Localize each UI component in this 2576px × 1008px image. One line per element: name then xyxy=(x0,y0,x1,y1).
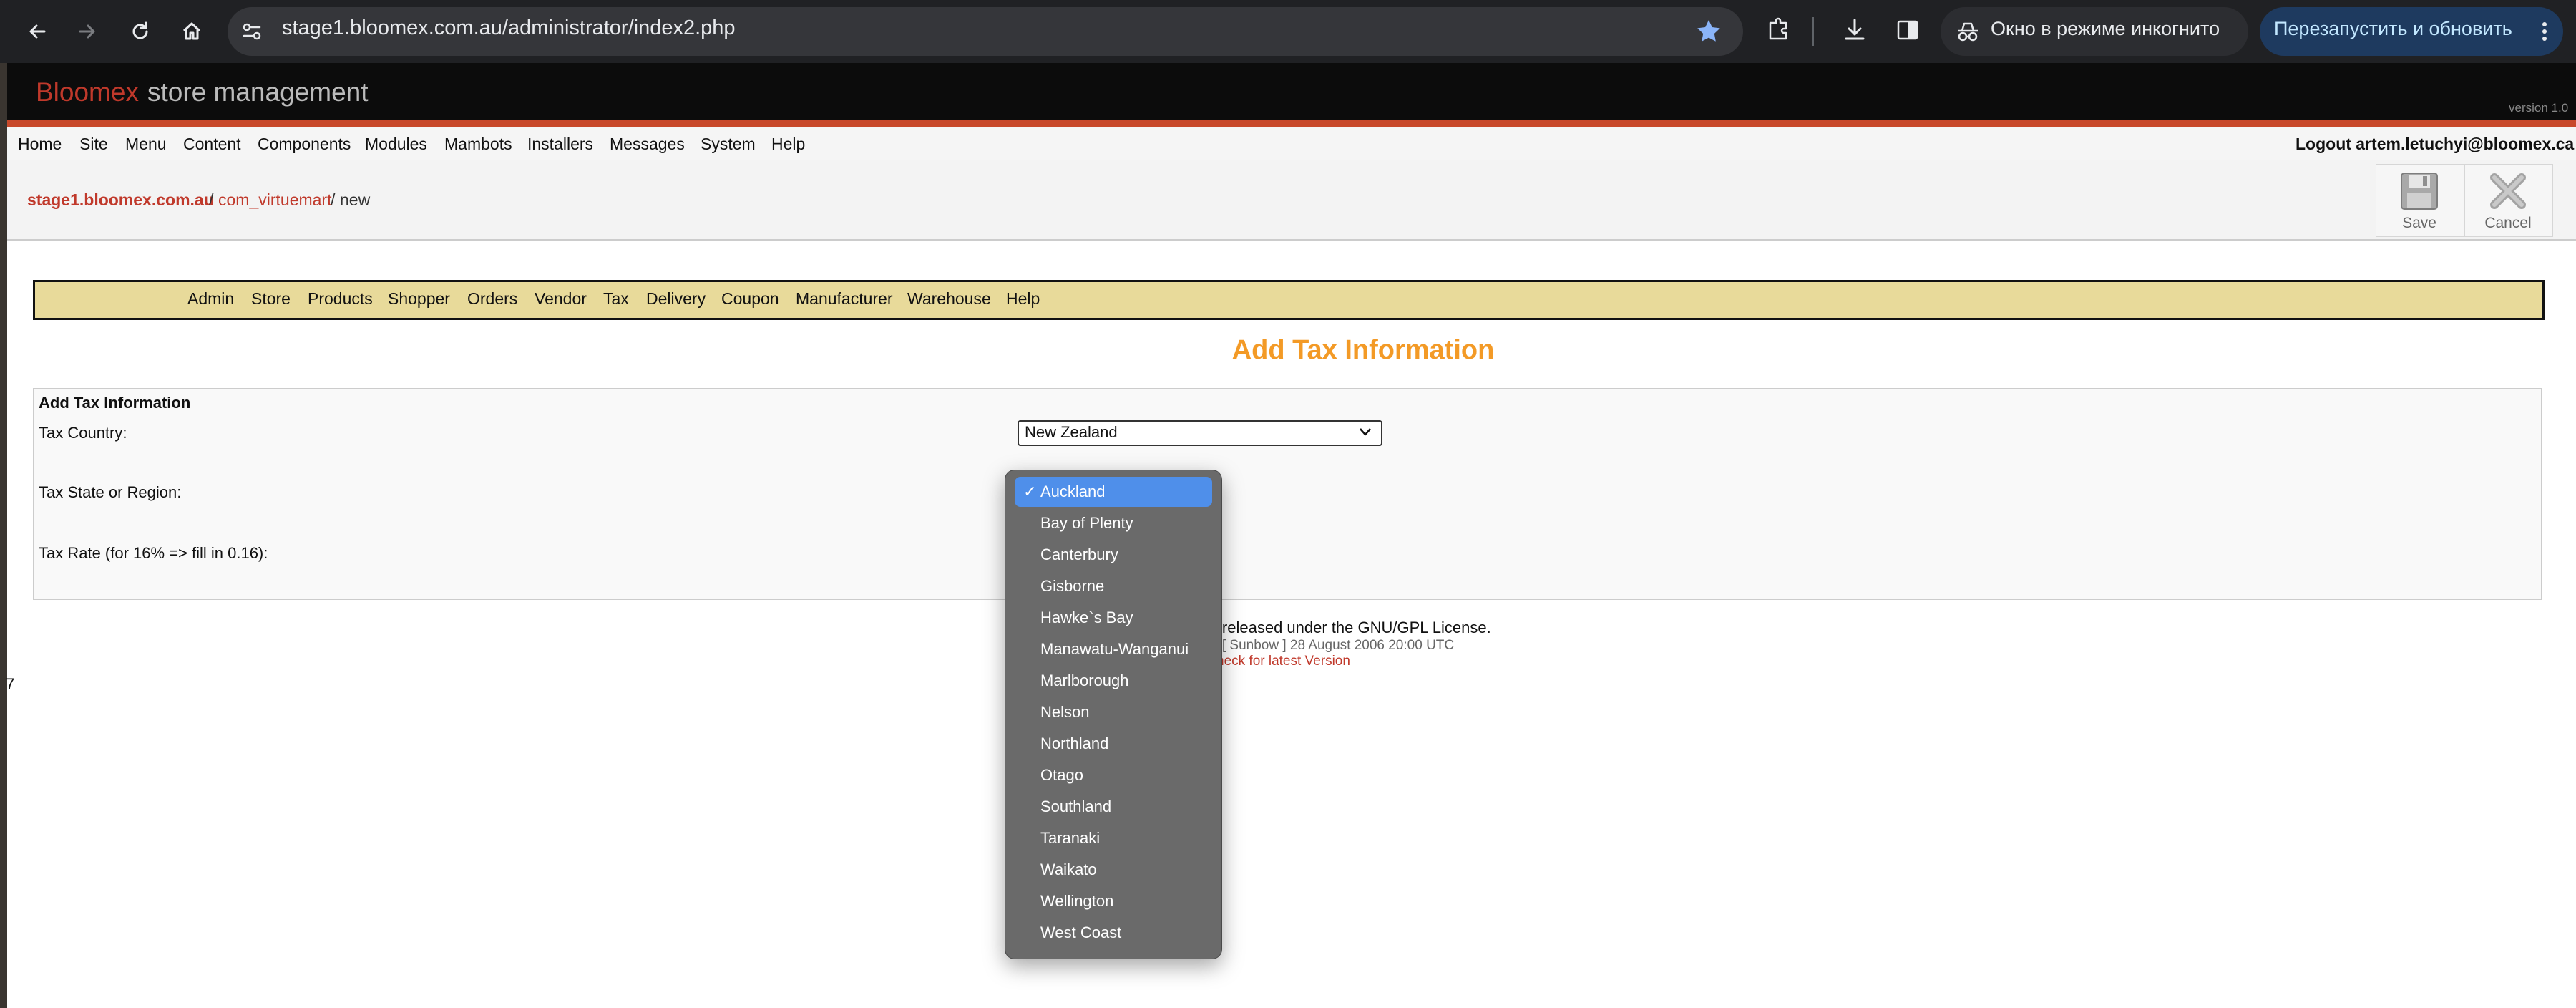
cancel-label[interactable]: Cancel xyxy=(2464,215,2552,232)
vm-menu-admin[interactable]: Admin xyxy=(187,289,234,309)
dropdown-option-label: Otago xyxy=(1040,766,1083,784)
admin-header-banner xyxy=(7,63,2576,120)
topmenu-home[interactable]: Home xyxy=(18,135,62,154)
page-title: Add Tax Information xyxy=(1231,335,1495,365)
logout-link[interactable]: Logout artem.letuchyi@bloomex.ca xyxy=(2296,135,2574,154)
footer-check-version-link[interactable]: heck for latest Version xyxy=(1216,654,1350,669)
save-icon xyxy=(2397,169,2441,213)
dropdown-option-selected[interactable]: ✓ Auckland xyxy=(1015,477,1212,507)
stray-text: 7 xyxy=(6,675,15,693)
dropdown-option-label: Gisborne xyxy=(1040,577,1105,595)
dropdown-option-label: Nelson xyxy=(1040,703,1090,721)
breadcrumb-separator: / xyxy=(331,190,336,209)
vm-menu-manufacturer[interactable]: Manufacturer xyxy=(796,289,893,309)
dropdown-option-label: Hawke`s Bay xyxy=(1040,609,1133,626)
vm-menu-orders[interactable]: Orders xyxy=(467,289,517,309)
back-icon[interactable] xyxy=(19,13,56,50)
footer-version-text: e [ Sunbow ] 28 August 2006 20:00 UTC xyxy=(1211,638,1455,653)
dropdown-option[interactable]: Manawatu-Wanganui xyxy=(1015,634,1212,664)
dropdown-option-label: Wellington xyxy=(1040,892,1114,910)
dropdown-option[interactable]: Bay of Plenty xyxy=(1015,508,1212,538)
cancel-icon xyxy=(2486,169,2530,213)
dropdown-option[interactable]: Taranaki xyxy=(1015,823,1212,853)
breadcrumb-separator: / xyxy=(209,190,214,209)
vm-menu-products[interactable]: Products xyxy=(308,289,373,309)
vm-menu-store[interactable]: Store xyxy=(251,289,291,309)
dropdown-option[interactable]: West Coast xyxy=(1015,918,1212,948)
tax-country-label: Tax Country: xyxy=(39,424,127,442)
toolbar-divider xyxy=(1812,17,1814,46)
browser-menu-icon[interactable] xyxy=(2537,17,2552,46)
breadcrumb-task: new xyxy=(340,190,371,209)
incognito-icon xyxy=(1953,17,1982,46)
dropdown-option[interactable]: Nelson xyxy=(1015,697,1212,727)
forward-icon[interactable] xyxy=(69,13,106,50)
relaunch-update-label[interactable]: Перезапустить и обновить xyxy=(2274,18,2512,40)
topmenu-system[interactable]: System xyxy=(701,135,756,154)
dropdown-option[interactable]: Southland xyxy=(1015,792,1212,822)
dropdown-option-label: West Coast xyxy=(1040,924,1122,941)
checkmark-icon: ✓ xyxy=(1023,483,1037,500)
chevron-down-icon xyxy=(1358,425,1372,439)
vm-menu-delivery[interactable]: Delivery xyxy=(646,289,706,309)
dropdown-option-label: Canterbury xyxy=(1040,546,1118,563)
dropdown-option[interactable]: Otago xyxy=(1015,760,1212,790)
topmenu-mambots[interactable]: Mambots xyxy=(444,135,512,154)
brand-logo: Bloomex xyxy=(36,77,139,107)
incognito-label: Окно в режиме инкогнито xyxy=(1991,18,2220,39)
site-info-icon[interactable] xyxy=(236,16,268,47)
save-label[interactable]: Save xyxy=(2376,215,2463,232)
footer-license-text: are released under the GNU/GPL License. xyxy=(1195,619,1491,636)
pathway-bar xyxy=(7,160,2576,241)
topmenu-modules[interactable]: Modules xyxy=(365,135,427,154)
vm-menu-coupon[interactable]: Coupon xyxy=(721,289,779,309)
extensions-icon[interactable] xyxy=(1763,14,1795,46)
version-label: version 1.0 xyxy=(2509,101,2569,115)
topmenu-messages[interactable]: Messages xyxy=(610,135,685,154)
dropdown-option-label: Bay of Plenty xyxy=(1040,514,1133,532)
bookmark-star-icon[interactable] xyxy=(1693,16,1724,47)
dropdown-option[interactable]: Marlborough xyxy=(1015,666,1212,696)
topmenu-installers[interactable]: Installers xyxy=(527,135,593,154)
dropdown-option[interactable]: Waikato xyxy=(1015,855,1212,885)
side-panel-icon[interactable] xyxy=(1892,14,1923,46)
vm-menu-vendor[interactable]: Vendor xyxy=(535,289,587,309)
home-icon[interactable] xyxy=(173,13,210,50)
dropdown-option-label: Taranaki xyxy=(1040,829,1101,847)
download-icon[interactable] xyxy=(1839,14,1870,46)
topmenu-components[interactable]: Components xyxy=(258,135,351,154)
dropdown-option-label: Waikato xyxy=(1040,861,1097,878)
topmenu-content[interactable]: Content xyxy=(183,135,241,154)
dropdown-option[interactable]: Wellington xyxy=(1015,886,1212,916)
tax-state-label: Tax State or Region: xyxy=(39,483,182,501)
dropdown-option[interactable]: Northland xyxy=(1015,729,1212,759)
banner-accent-bar xyxy=(7,120,2576,127)
topmenu-menu[interactable]: Menu xyxy=(125,135,167,154)
dropdown-option-label: Marlborough xyxy=(1040,672,1129,689)
dropdown-option-label: Northland xyxy=(1040,735,1109,752)
dropdown-option[interactable]: Canterbury xyxy=(1015,540,1212,570)
dropdown-option-label: Manawatu-Wanganui xyxy=(1040,640,1189,658)
dropdown-option[interactable]: Gisborne xyxy=(1015,571,1212,601)
vm-menu-warehouse[interactable]: Warehouse xyxy=(907,289,991,309)
reload-icon[interactable] xyxy=(122,13,159,50)
vm-menu-tax[interactable]: Tax xyxy=(603,289,629,309)
breadcrumb-component[interactable]: com_virtuemart xyxy=(218,190,331,210)
dropdown-option-label: Auckland xyxy=(1040,483,1106,500)
desktop-background-strip xyxy=(0,63,7,1008)
vm-menu-help[interactable]: Help xyxy=(1006,289,1040,309)
dropdown-option[interactable]: Hawke`s Bay xyxy=(1015,603,1212,633)
topmenu-site[interactable]: Site xyxy=(79,135,108,154)
tax-country-value[interactable]: New Zealand xyxy=(1025,423,1118,442)
form-legend: Add Tax Information xyxy=(39,394,191,412)
brand-subtitle: store management xyxy=(147,77,369,107)
vm-menu-shopper[interactable]: Shopper xyxy=(388,289,450,309)
url-text[interactable]: stage1.bloomex.com.au/administrator/inde… xyxy=(282,16,736,40)
breadcrumb-site[interactable]: stage1.bloomex.com.au xyxy=(27,190,214,210)
tax-rate-label: Tax Rate (for 16% => fill in 0.16): xyxy=(39,544,268,562)
topmenu-help[interactable]: Help xyxy=(771,135,805,154)
dropdown-option-label: Southland xyxy=(1040,798,1112,815)
